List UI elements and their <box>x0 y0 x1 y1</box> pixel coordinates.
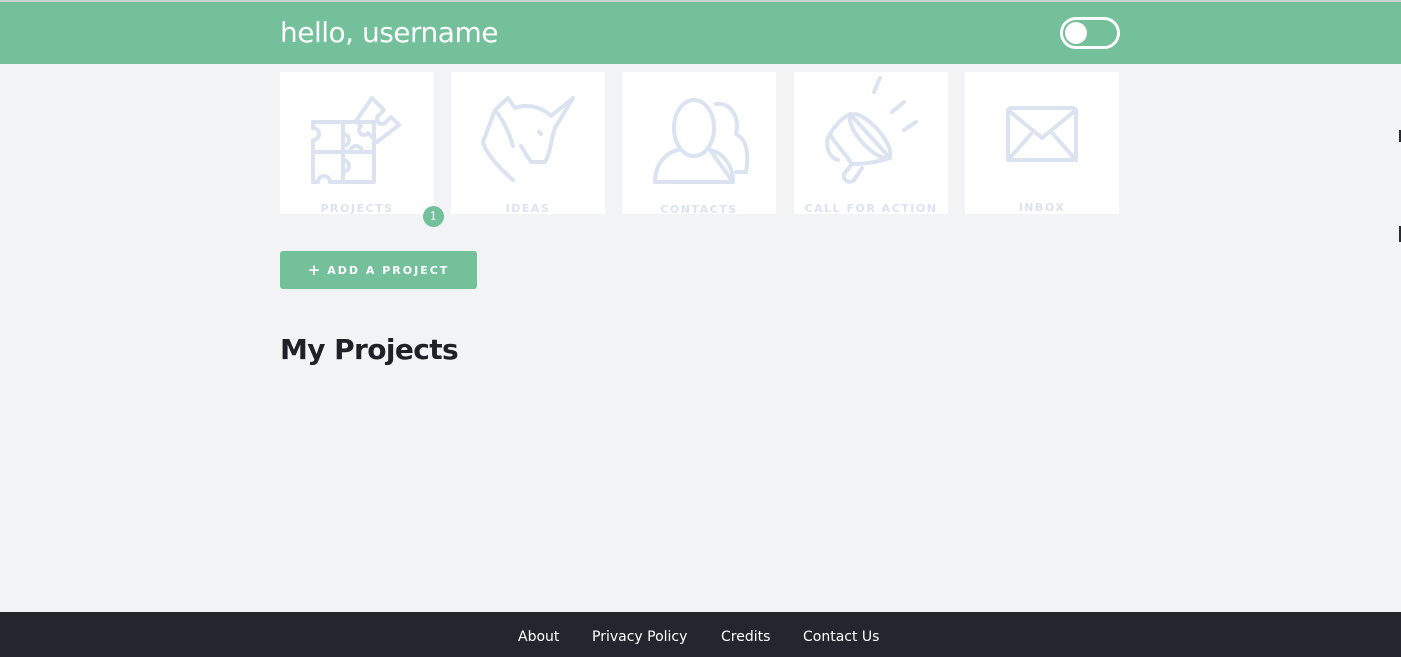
puzzle-icon <box>311 96 401 184</box>
footer-link-privacy-policy[interactable]: Privacy Policy <box>592 629 687 645</box>
people-icon <box>653 98 750 184</box>
plus-icon: + <box>307 261 321 279</box>
my-projects-heading: My Projects <box>280 333 459 366</box>
tile-projects[interactable]: PROJECTS <box>280 72 434 215</box>
tile-contacts[interactable]: CONTACTS <box>622 72 776 216</box>
envelope-icon <box>1006 106 1078 162</box>
unicorn-icon <box>481 96 575 182</box>
toggle-knob <box>1065 22 1087 44</box>
megaphone-icon <box>825 76 918 184</box>
tile-label-projects: PROJECTS <box>320 202 394 215</box>
footer-link-about[interactable]: About <box>518 629 559 645</box>
page-footer: About Privacy Policy Credits Contact Us <box>0 612 1401 657</box>
projects-count-badge: 1 <box>423 206 444 227</box>
tile-ideas[interactable]: IDEAS <box>451 72 605 215</box>
greeting-text: hello, username <box>280 16 498 49</box>
tile-label-call-for-action: CALL FOR ACTION <box>804 202 938 215</box>
tile-label-ideas: IDEAS <box>505 202 551 215</box>
theme-toggle[interactable] <box>1060 17 1120 49</box>
footer-link-credits[interactable]: Credits <box>721 629 770 645</box>
tile-label-inbox: INBOX <box>1018 201 1066 214</box>
tile-inbox[interactable]: INBOX <box>965 72 1119 214</box>
app-header: hello, username <box>0 2 1401 64</box>
footer-link-contact-us[interactable]: Contact Us <box>803 629 879 645</box>
tile-label-contacts: CONTACTS <box>660 203 738 216</box>
add-project-label: ADD A PROJECT <box>327 263 450 277</box>
tile-call-for-action[interactable]: CALL FOR ACTION <box>794 72 948 215</box>
add-project-button[interactable]: + ADD A PROJECT <box>280 251 477 289</box>
